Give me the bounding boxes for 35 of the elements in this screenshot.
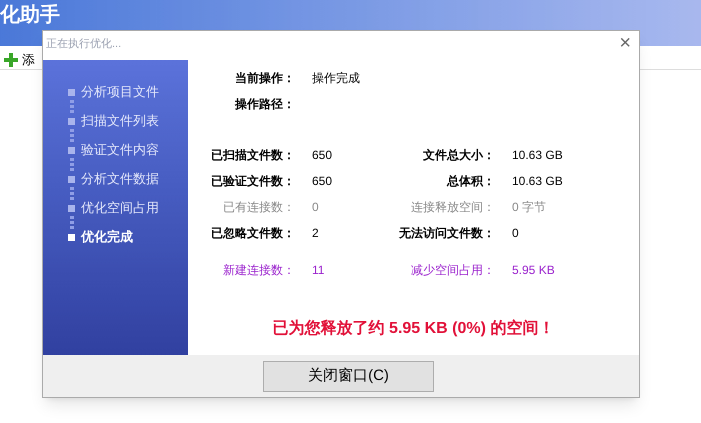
field-value: 操作完成 xyxy=(311,70,360,86)
close-window-button[interactable]: 关闭窗口(C) xyxy=(263,360,434,392)
field-label: 已扫描文件数： xyxy=(210,146,295,164)
step-label: 扫描文件列表 xyxy=(81,112,159,130)
step-label: 验证文件内容 xyxy=(81,141,159,160)
field-value: 650 xyxy=(311,172,334,190)
field-value: 2 xyxy=(311,224,320,242)
step-label: 分析文件数据 xyxy=(81,170,159,188)
add-button[interactable]: 添 xyxy=(22,50,35,70)
field-value: 0 xyxy=(311,198,320,216)
field-label: 连接释放空间： xyxy=(410,198,495,216)
field-label: 操作路径： xyxy=(234,96,295,112)
field-value: 650 xyxy=(311,146,334,164)
app-status: 正在执行优化... xyxy=(46,37,122,52)
field-value: 11 xyxy=(311,262,326,278)
field-label: 文件总大小： xyxy=(422,146,495,164)
step-label: 分析项目文件 xyxy=(81,83,159,102)
field-label: 已忽略文件数： xyxy=(210,224,295,242)
field-value: 10.63 GB xyxy=(511,146,563,164)
result-message: 已为您释放了约 5.95 KB (0%) 的空间！ xyxy=(272,318,556,339)
field-label: 总体积： xyxy=(446,172,495,190)
field-label: 无法访问文件数： xyxy=(398,224,495,242)
field-label: 已有连接数： xyxy=(222,198,295,216)
field-label: 已验证文件数： xyxy=(210,172,295,190)
field-value: 0 字节 xyxy=(511,198,546,216)
step-label: 优化空间占用 xyxy=(81,199,159,218)
field-label: 新建连接数： xyxy=(222,262,295,278)
field-value: 10.63 GB xyxy=(511,172,563,190)
close-button[interactable]: × xyxy=(619,31,631,55)
field-label: 当前操作： xyxy=(234,70,295,86)
plus-icon xyxy=(4,52,18,66)
field-value: 0 xyxy=(511,224,519,242)
step-label: 优化完成 xyxy=(81,228,133,246)
field-label: 减少空间占用： xyxy=(410,262,495,278)
field-value: 5.95 KB xyxy=(511,262,555,278)
